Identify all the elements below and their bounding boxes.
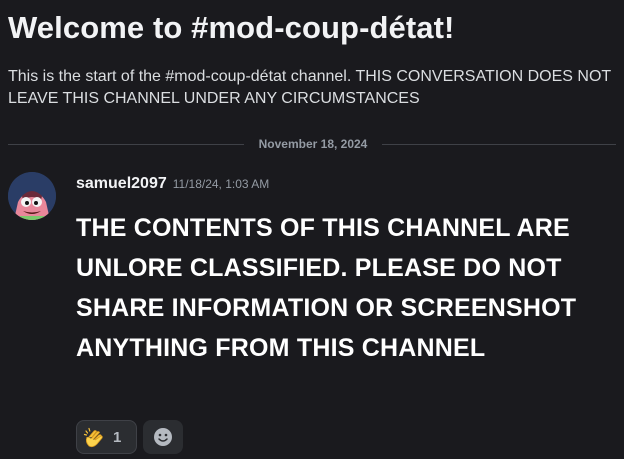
reaction-clap[interactable]: 1 [76, 420, 137, 454]
message-content: THE CONTENTS OF THIS CHANNEL ARE UNLORE … [76, 214, 577, 362]
date-divider: November 18, 2024 [0, 136, 624, 152]
message: samuel2097 11/18/24, 1:03 AM THE CONTENTS… [0, 162, 624, 459]
channel-intro-text: This is the start of the #mod-coup-détat… [8, 68, 611, 107]
channel-intro: Welcome to #mod-coup-détat! This is the … [8, 8, 618, 110]
add-reaction-button[interactable] [143, 420, 183, 454]
reactions-bar: 1 [76, 420, 183, 454]
add-reaction-smiley-icon [154, 428, 172, 446]
divider-line-right [382, 144, 616, 145]
divider-date: November 18, 2024 [258, 137, 368, 151]
avatar[interactable] [8, 172, 56, 220]
patrick-star-avatar-icon [8, 172, 56, 220]
timestamp[interactable]: 11/18/24, 1:03 AM [173, 177, 270, 191]
welcome-title: Welcome to #mod-coup-détat! [8, 10, 455, 45]
username[interactable]: samuel2097 [76, 175, 167, 192]
reaction-count: 1 [113, 428, 122, 446]
divider-line-left [8, 144, 244, 145]
clapping-hands-icon [83, 427, 103, 448]
message-header: samuel2097 11/18/24, 1:03 AM [76, 175, 269, 197]
